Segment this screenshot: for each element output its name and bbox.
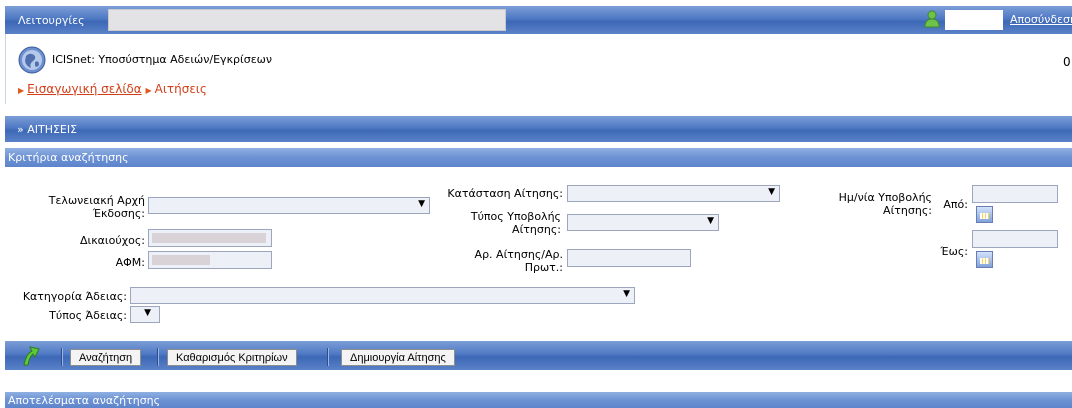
breadcrumb-current: Αιτήσεις [154, 82, 207, 96]
criteria-title: Κριτήρια αναζήτησης [8, 151, 129, 164]
from-label: Από: [943, 198, 968, 211]
application-number-label: Αρ. Αίτησης/Αρ. Πρωτ.: [474, 248, 563, 274]
counter-value: 0 [1063, 55, 1071, 69]
globe-logo-icon [18, 46, 46, 74]
create-application-button[interactable]: Δημιουργία Αίτησης [341, 349, 455, 366]
functions-menu[interactable]: Λειτουργίες [18, 14, 85, 27]
submission-type-select[interactable]: ▼ [567, 214, 719, 231]
status-label: Κατάσταση Αίτησης: [447, 187, 563, 200]
criteria-header-bar: Κριτήρια αναζήτησης [5, 148, 1072, 167]
customs-office-label: Τελωνειακή Αρχή Έκδοσης: [48, 194, 145, 220]
top-menu-bar: Λειτουργίες Αποσύνδεση [5, 6, 1072, 34]
toolbar-separator [61, 348, 63, 366]
date-from-input[interactable] [972, 185, 1058, 203]
submission-date-label: Ημ/νία Υποβολής Αίτησης: [838, 191, 932, 217]
toolbar-separator [327, 348, 329, 366]
functions-menu-field[interactable] [108, 9, 506, 31]
clear-criteria-button[interactable]: Καθαρισμός Κριτηρίων [167, 349, 297, 366]
user-icon [924, 10, 940, 28]
license-category-label: Κατηγορία Άδειας: [22, 290, 127, 303]
chevron-down-icon: ▼ [144, 308, 151, 318]
license-type-select[interactable]: ▼ [130, 306, 160, 323]
breadcrumb-arrow-icon: ▶ [18, 86, 25, 95]
search-button[interactable]: Αναζήτηση [70, 349, 142, 366]
green-arrow-up-icon[interactable] [21, 344, 41, 366]
username-field [945, 10, 1003, 30]
afm-input[interactable] [148, 251, 272, 269]
status-select[interactable]: ▼ [567, 185, 780, 202]
chevron-down-icon: ▼ [707, 216, 714, 226]
breadcrumb: ▶ Εισαγωγική σελίδα ▶ Αιτήσεις [18, 82, 207, 96]
license-type-label: Τύπος Άδειας: [49, 309, 127, 322]
chevron-down-icon: ▼ [768, 187, 775, 197]
beneficiary-value-mask [152, 233, 266, 243]
beneficiary-input[interactable] [148, 229, 272, 247]
calendar-to-icon[interactable] [976, 251, 993, 268]
afm-value-mask [152, 255, 210, 265]
chevron-down-icon: ▼ [418, 199, 425, 209]
section-header-bar: » ΑΙΤΗΣΕΙΣ [5, 116, 1072, 142]
afm-label: ΑΦΜ: [115, 256, 145, 269]
results-title: Αποτελέσματα αναζήτησης [8, 394, 161, 407]
action-toolbar: Αναζήτηση Καθαρισμός Κριτηρίων Δημιουργί… [5, 341, 1072, 370]
section-title: » ΑΙΤΗΣΕΙΣ [17, 123, 78, 136]
app-title: ICISnet: Υποσύστημα Αδειών/Εγκρίσεων [52, 53, 273, 66]
application-number-input[interactable] [567, 249, 691, 267]
toolbar-separator [157, 348, 159, 366]
beneficiary-label: Δικαιούχος: [79, 234, 145, 247]
to-label: Έως: [940, 245, 968, 258]
breadcrumb-arrow-icon: ▶ [145, 86, 152, 95]
date-to-input[interactable] [972, 230, 1058, 248]
license-category-select[interactable]: ▼ [130, 287, 635, 304]
app-header: ICISnet: Υποσύστημα Αδειών/Εγκρίσεων 0 ▶… [5, 34, 1072, 104]
calendar-from-icon[interactable] [976, 206, 993, 223]
logout-link[interactable]: Αποσύνδεση [1010, 13, 1072, 26]
customs-office-select[interactable]: ▼ [148, 197, 430, 214]
breadcrumb-home-link[interactable]: Εισαγωγική σελίδα [27, 82, 141, 96]
chevron-down-icon: ▼ [623, 289, 630, 299]
submission-type-label: Τύπος Υποβολής Αίτησης: [470, 210, 561, 236]
results-header-bar: Αποτελέσματα αναζήτησης [5, 392, 1072, 408]
